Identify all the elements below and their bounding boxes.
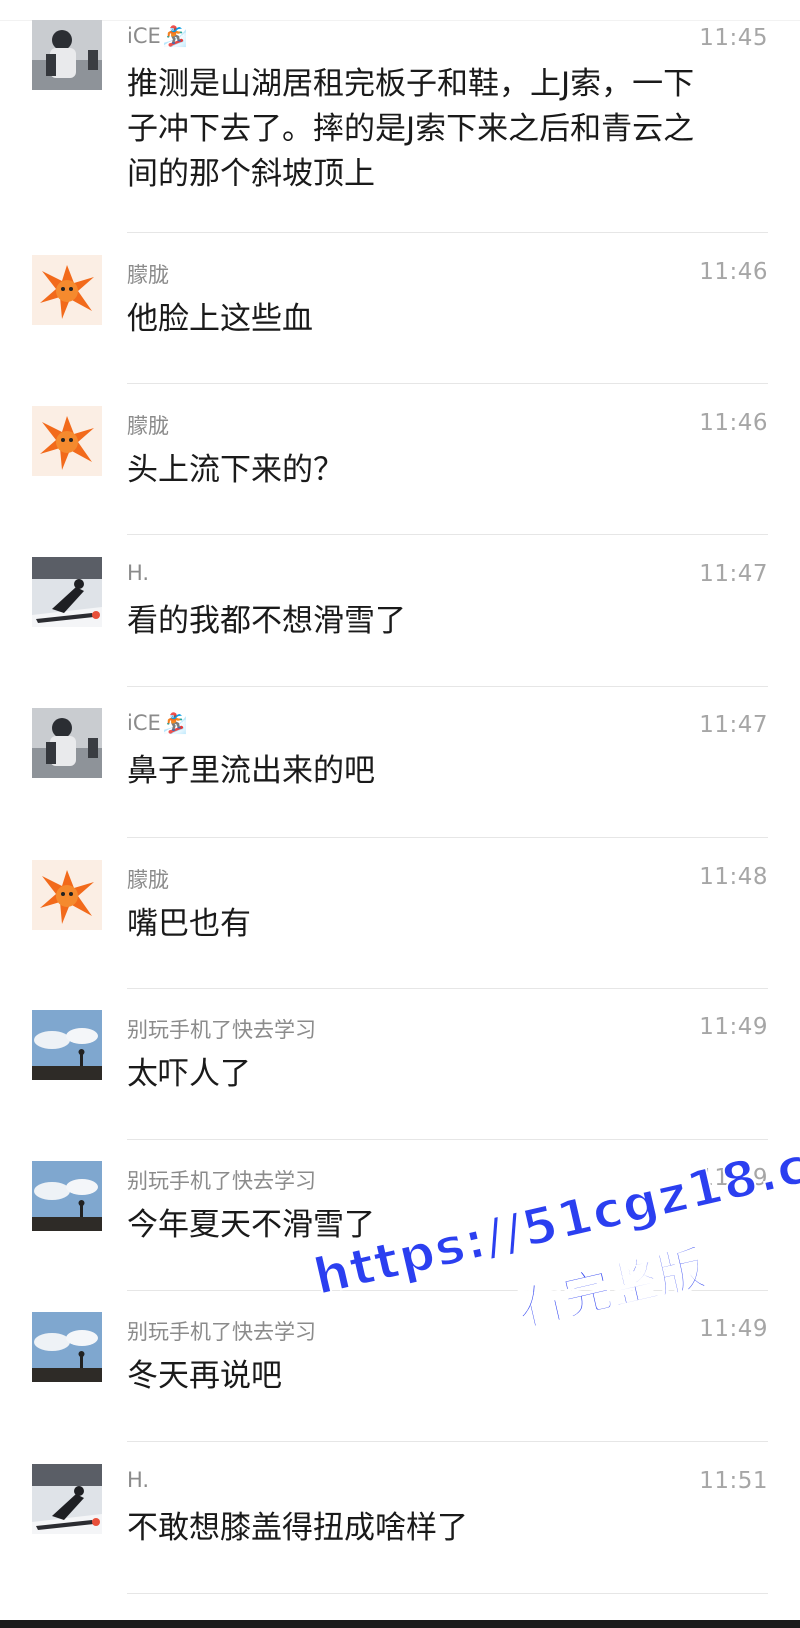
message-time: 11:49 <box>699 1165 768 1191</box>
avatar-image-ice <box>32 708 102 778</box>
message-line: 看的我都不想滑雪了 <box>127 603 406 639</box>
message-text[interactable]: 太吓人了 <box>127 1052 767 1097</box>
avatar[interactable] <box>32 557 102 627</box>
avatar-image-snowboarder <box>32 1464 102 1534</box>
avatar[interactable] <box>32 860 102 930</box>
message-time: 11:49 <box>699 1014 768 1040</box>
message-line: 他脸上这些血 <box>127 301 313 337</box>
message-line: 头上流下来的？ <box>127 452 344 488</box>
message-text[interactable]: 鼻子里流出来的吧 <box>127 749 767 794</box>
message-divider <box>127 383 768 384</box>
sender-name: 朦胧 <box>127 414 169 438</box>
message-line: 鼻子里流出来的吧 <box>127 753 375 789</box>
avatar[interactable] <box>32 1312 102 1382</box>
message-text[interactable]: 不敢想膝盖得扭成啥样了 <box>127 1506 767 1551</box>
message-line: 太吓人了 <box>127 1056 251 1092</box>
bottom-edge-bar <box>0 1620 800 1628</box>
message-divider <box>127 1441 768 1442</box>
sender-name: 朦胧 <box>127 868 169 892</box>
message-divider <box>127 232 768 233</box>
sender-name: 别玩手机了快去学习 <box>127 1320 316 1344</box>
message-divider <box>127 1290 768 1291</box>
message-text[interactable]: 看的我都不想滑雪了 <box>127 599 767 644</box>
avatar-image-sky <box>32 1161 102 1231</box>
message-text[interactable]: 冬天再说吧 <box>127 1354 767 1399</box>
message-line: 推测是山湖居租完板子和鞋，上J索，一下 <box>127 66 695 102</box>
message-text[interactable]: 头上流下来的？ <box>127 448 767 493</box>
message-divider <box>127 1139 768 1140</box>
avatar-image-goldfish <box>32 406 102 476</box>
message-time: 11:47 <box>699 712 768 738</box>
message-text[interactable]: 今年夏天不滑雪了 <box>127 1203 767 1248</box>
message-line: 嘴巴也有 <box>127 906 251 942</box>
sender-name: 别玩手机了快去学习 <box>127 1018 316 1042</box>
message-divider <box>127 1593 768 1594</box>
message-time: 11:49 <box>699 1316 768 1342</box>
sender-name: H. <box>127 561 150 585</box>
message-time: 11:45 <box>699 25 768 51</box>
message-time: 11:51 <box>699 1468 768 1494</box>
sender-name: 朦胧 <box>127 263 169 287</box>
message-line: 子冲下去了。摔的是J索下来之后和青云之 <box>127 111 695 147</box>
avatar[interactable] <box>32 1161 102 1231</box>
avatar-image-ice <box>32 20 102 90</box>
avatar[interactable] <box>32 1464 102 1534</box>
message-divider <box>127 534 768 535</box>
message-time: 11:46 <box>699 410 768 436</box>
message-line: 今年夏天不滑雪了 <box>127 1207 375 1243</box>
sender-name: iCE 🏂 <box>127 24 188 48</box>
avatar[interactable] <box>32 708 102 778</box>
avatar-image-snowboarder <box>32 557 102 627</box>
message-text[interactable]: 他脸上这些血 <box>127 297 767 342</box>
message-text[interactable]: 嘴巴也有 <box>127 902 767 947</box>
sender-name: H. <box>127 1468 150 1492</box>
avatar[interactable] <box>32 20 102 90</box>
avatar-image-sky <box>32 1312 102 1382</box>
avatar-image-goldfish <box>32 255 102 325</box>
message-time: 11:47 <box>699 561 768 587</box>
avatar[interactable] <box>32 406 102 476</box>
message-divider <box>127 837 768 838</box>
message-divider <box>127 686 768 687</box>
sender-name: iCE 🏂 <box>127 711 188 735</box>
avatar-image-sky <box>32 1010 102 1080</box>
message-text[interactable]: 推测是山湖居租完板子和鞋，上J索，一下 子冲下去了。摔的是J索下来之后和青云之 … <box>127 62 767 197</box>
snowboarder-emoji-icon: 🏂 <box>162 711 188 735</box>
avatar[interactable] <box>32 255 102 325</box>
message-divider <box>127 988 768 989</box>
sender-name: 别玩手机了快去学习 <box>127 1169 316 1193</box>
message-time: 11:48 <box>699 864 768 890</box>
avatar-image-goldfish <box>32 860 102 930</box>
message-line: 间的那个斜坡顶上 <box>127 156 375 192</box>
avatar[interactable] <box>32 1010 102 1080</box>
snowboarder-emoji-icon: 🏂 <box>162 24 188 48</box>
message-time: 11:46 <box>699 259 768 285</box>
message-line: 不敢想膝盖得扭成啥样了 <box>127 1510 468 1546</box>
message-line: 冬天再说吧 <box>127 1358 282 1394</box>
chat-message-list[interactable]: iCE 🏂 11:45 推测是山湖居租完板子和鞋，上J索，一下 子冲下去了。摔的是… <box>0 0 800 1628</box>
